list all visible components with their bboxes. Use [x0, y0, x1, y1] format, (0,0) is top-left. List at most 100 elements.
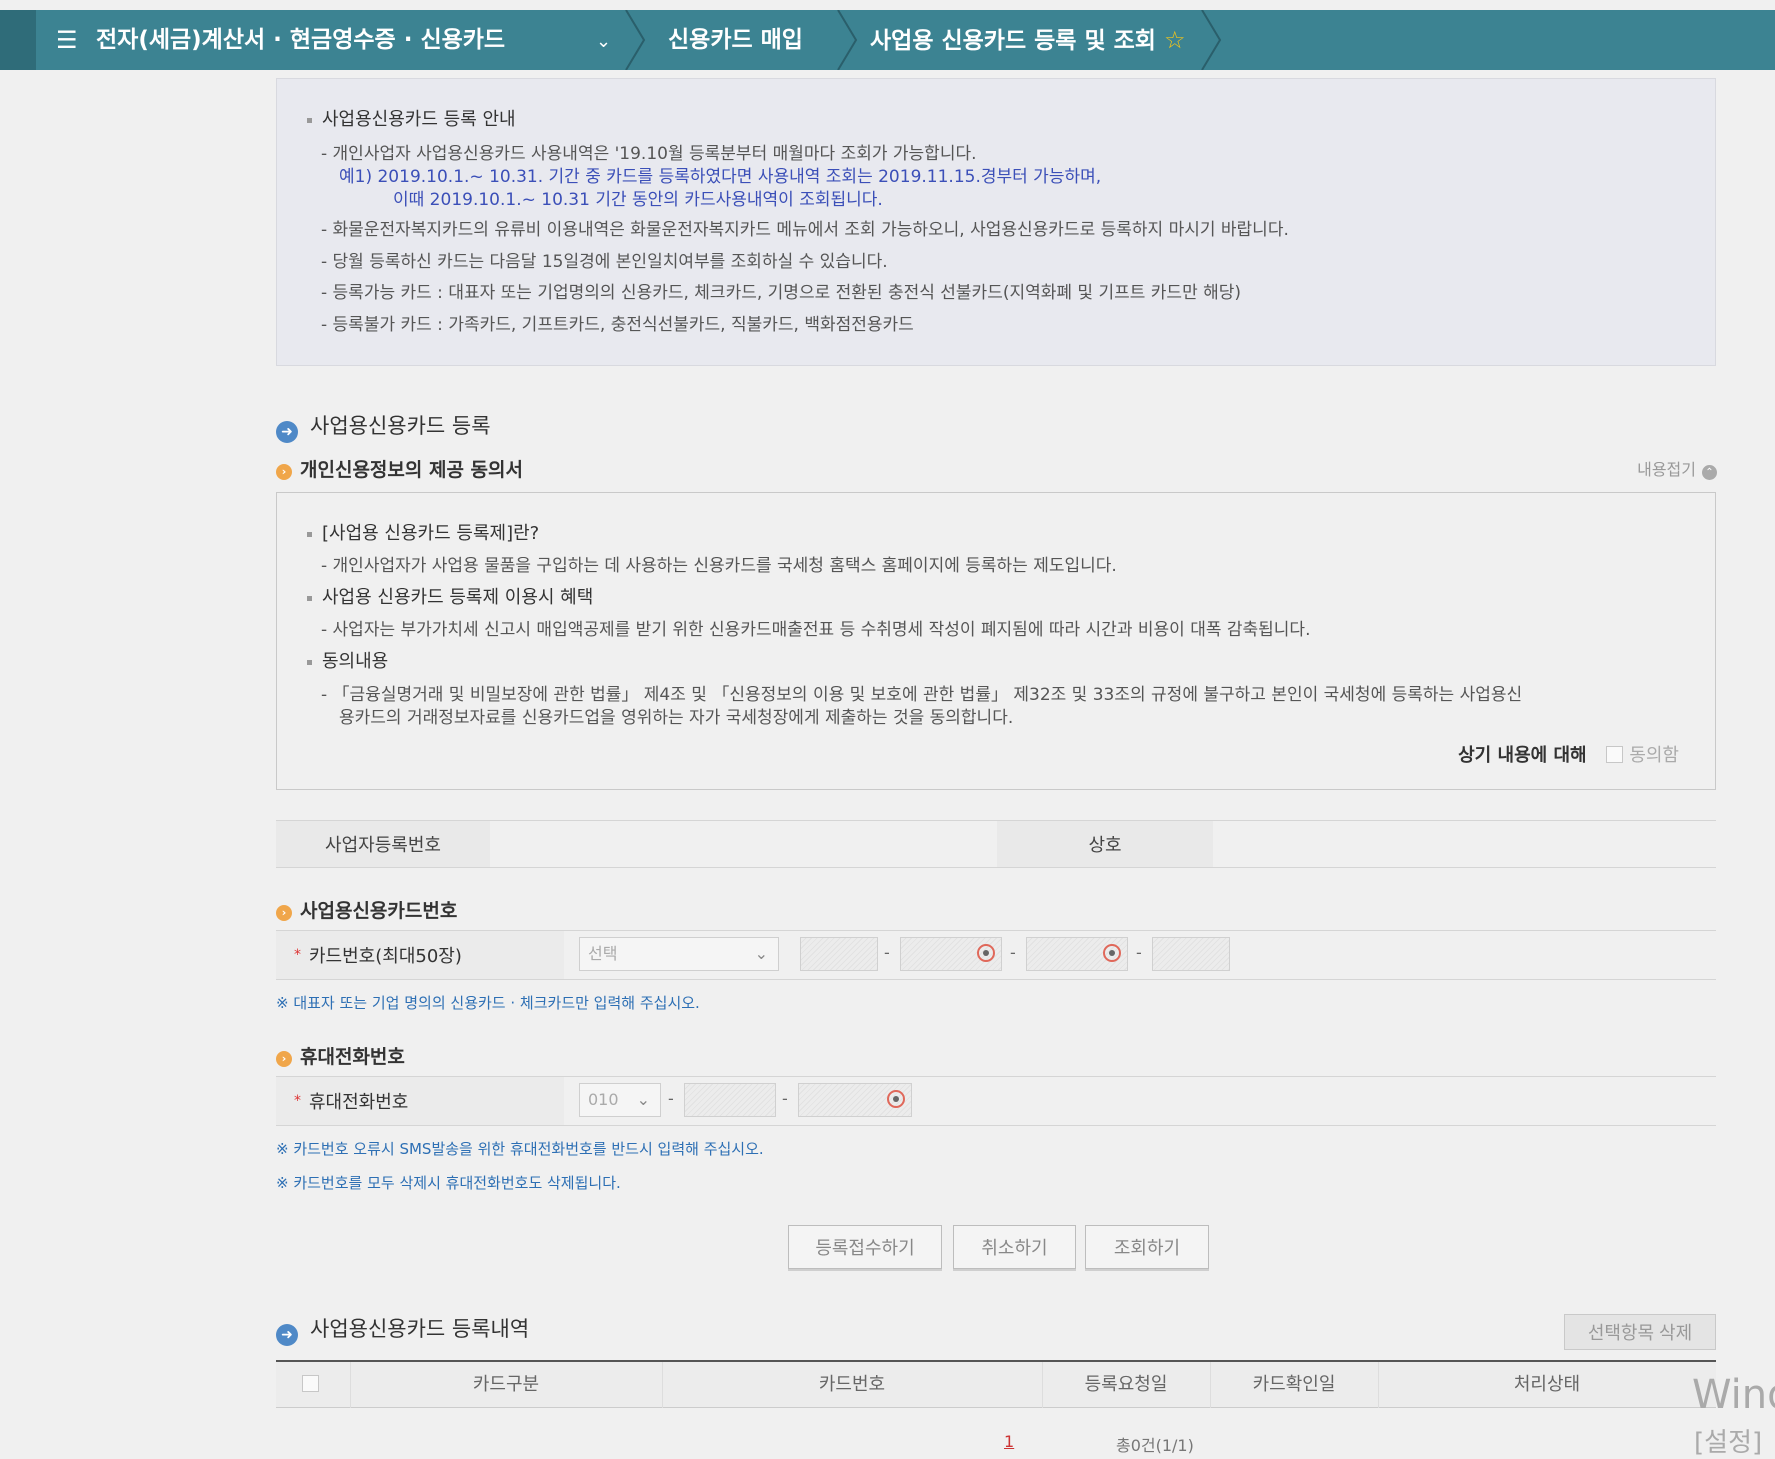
- page-title: 사업용 신용카드 등록 및 조회: [870, 28, 1156, 54]
- page-link[interactable]: 1: [1004, 1432, 1014, 1451]
- card-number-input-3[interactable]: [1026, 937, 1128, 971]
- bullet-icon: [307, 595, 312, 601]
- eye-icon[interactable]: [1103, 944, 1121, 962]
- guide-line: - 등록가능 카드 : 대표자 또는 기업명의의 신용카드, 체크카드, 기명으…: [321, 283, 1242, 303]
- consent-title: › 개인신용정보의 제공 동의서: [276, 455, 523, 482]
- business-info-row: 사업자등록번호 상호: [276, 820, 1716, 868]
- consent-question-text: 동의내용: [322, 651, 389, 672]
- consent-box: [사업용 신용카드 등록제]란? - 개인사업자가 사업용 물품을 구입하는 데…: [276, 492, 1716, 790]
- required-icon: *: [294, 947, 301, 963]
- card-note: ※ 대표자 또는 기업 명의의 신용카드 · 체크카드만 입력해 주십시오.: [276, 994, 700, 1012]
- card-select-value[interactable]: 선택: [588, 944, 617, 963]
- submit-registration-button[interactable]: 등록접수하기: [788, 1225, 942, 1269]
- consent-question-text: 사업용 신용카드 등록제 이용시 혜택: [322, 587, 594, 608]
- column-header[interactable]: 카드확인일: [1210, 1362, 1379, 1408]
- phone-note: ※ 카드번호를 모두 삭제시 휴대전화번호도 삭제됩니다.: [276, 1174, 621, 1192]
- eye-icon[interactable]: [977, 944, 995, 962]
- biz-name-label: 상호: [997, 821, 1213, 867]
- consent-question: [사업용 신용카드 등록제]란?: [307, 519, 539, 545]
- guide-line: - 화물운전자복지카드의 유류비 이용내역은 화물운전자복지카드 메뉴에서 조회…: [321, 220, 1289, 240]
- card-section-text: 사업용신용카드번호: [300, 900, 458, 922]
- card-number-label-text: 카드번호(최대50장): [309, 946, 462, 967]
- phone-label: * 휴대전화번호: [276, 1077, 564, 1125]
- bar-lead: [0, 10, 36, 70]
- card-number-input-2[interactable]: [900, 937, 1002, 971]
- phone-label-text: 휴대전화번호: [309, 1092, 409, 1113]
- dash: -: [668, 1089, 674, 1108]
- card-number-input-1[interactable]: [800, 937, 878, 971]
- breadcrumb-separator: [625, 10, 646, 70]
- agree-row: 상기 내용에 대해 동의함: [1458, 741, 1679, 767]
- card-select[interactable]: 선택 ⌄: [579, 937, 779, 971]
- select-all-checkbox[interactable]: [301, 1375, 319, 1392]
- bullet-icon: [307, 531, 312, 537]
- menu-icon[interactable]: ☰: [56, 10, 78, 70]
- eye-icon[interactable]: [887, 1090, 905, 1108]
- search-button[interactable]: 조회하기: [1085, 1225, 1209, 1269]
- arrow-right-icon: ›: [276, 1051, 292, 1067]
- consent-answer: - 사업자는 부가가치세 신고시 매입액공제를 받기 위한 신용카드매출전표 등…: [321, 620, 1311, 640]
- agree-checkbox[interactable]: [1606, 746, 1624, 763]
- windows-activation-watermark-sub: [설정]: [1694, 1428, 1763, 1458]
- phone-prefix-value[interactable]: 010: [588, 1090, 619, 1109]
- agree-checkbox-label[interactable]: 동의함: [1629, 745, 1679, 766]
- registration-guide: 사업용신용카드 등록 안내 - 개인사업자 사업용신용카드 사용내역은 '19.…: [276, 78, 1716, 366]
- guide-line: - 개인사업자 사업용신용카드 사용내역은 '19.10월 등록분부터 매월마다…: [321, 144, 977, 164]
- guide-title-text: 사업용신용카드 등록 안내: [322, 109, 516, 130]
- phone-middle-input[interactable]: [684, 1083, 776, 1117]
- dash: -: [1136, 943, 1142, 962]
- chevron-down-icon[interactable]: ⌄: [755, 938, 768, 970]
- windows-activation-watermark: Wind: [1692, 1372, 1775, 1418]
- phone-section-text: 휴대전화번호: [300, 1046, 405, 1068]
- column-header[interactable]: 카드구분: [350, 1362, 663, 1408]
- crumb-credit-purchase[interactable]: 신용카드 매입: [668, 10, 803, 70]
- column-header[interactable]: 처리상태: [1378, 1362, 1716, 1408]
- column-header[interactable]: 카드번호: [662, 1362, 1043, 1408]
- delete-selected-button[interactable]: 선택항목 삭제: [1564, 1314, 1716, 1350]
- chevron-up-icon[interactable]: ⌃: [1702, 465, 1717, 480]
- register-title-text: 사업용신용카드 등록: [310, 414, 491, 438]
- history-title-text: 사업용신용카드 등록내역: [310, 1317, 530, 1341]
- phone-last-input[interactable]: [798, 1083, 912, 1117]
- arrow-right-icon: ›: [276, 464, 292, 480]
- arrow-right-icon: ➜: [276, 1324, 298, 1346]
- breadcrumb-separator: [1201, 10, 1222, 70]
- crumb-category[interactable]: 전자(세금)계산서 · 현금영수증 · 신용카드: [96, 10, 505, 70]
- consent-answer: - 개인사업자가 사업용 물품을 구입하는 데 사용하는 신용카드를 국세청 홈…: [321, 556, 1117, 576]
- phone-note: ※ 카드번호 오류시 SMS발송을 위한 휴대전화번호를 반드시 입력해 주십시…: [276, 1140, 764, 1158]
- card-section-title: › 사업용신용카드번호: [276, 896, 457, 923]
- consent-title-text: 개인신용정보의 제공 동의서: [300, 459, 523, 481]
- crumb-current-page: 사업용 신용카드 등록 및 조회 ☆: [870, 10, 1185, 70]
- dash: -: [1010, 943, 1016, 962]
- consent-question: 사업용 신용카드 등록제 이용시 혜택: [307, 583, 593, 609]
- chevron-down-icon[interactable]: ⌄: [637, 1084, 650, 1116]
- breadcrumb-bar: ☰ 전자(세금)계산서 · 현금영수증 · 신용카드 ⌄ 신용카드 매입 사업용…: [0, 10, 1775, 70]
- dash: -: [782, 1089, 788, 1108]
- guide-line: - 등록불가 카드 : 가족카드, 기프트카드, 충전식선불카드, 직불카드, …: [321, 315, 914, 335]
- consent-question-text: [사업용 신용카드 등록제]란?: [322, 523, 540, 544]
- required-icon: *: [294, 1093, 301, 1109]
- guide-line: - 당월 등록하신 카드는 다음달 15일경에 본인일치여부를 조회하실 수 있…: [321, 252, 888, 272]
- arrow-right-icon: ›: [276, 905, 292, 921]
- consent-answer: 용카드의 거래정보자료를 신용카드업을 영위하는 자가 국세청장에게 제출하는 …: [339, 708, 1014, 728]
- guide-example: 예1) 2019.10.1.~ 10.31. 기간 중 카드를 등록하였다면 사…: [339, 167, 1102, 187]
- collapse-toggle[interactable]: 내용접기 ⌃: [1637, 456, 1717, 480]
- history-table-header: 카드구분 카드번호 등록요청일 카드확인일 처리상태: [276, 1360, 1716, 1408]
- breadcrumb-separator: [837, 10, 858, 70]
- select-all-cell: [276, 1362, 351, 1408]
- card-number-input-4[interactable]: [1152, 937, 1230, 971]
- dash: -: [884, 943, 890, 962]
- bullet-icon: [307, 117, 312, 123]
- biz-no-label: 사업자등록번호: [276, 821, 490, 867]
- phone-row: * 휴대전화번호 010 ⌄ - -: [276, 1076, 1716, 1126]
- card-number-row: * 카드번호(최대50장) 선택 ⌄ - - -: [276, 930, 1716, 980]
- agree-label: 상기 내용에 대해: [1458, 745, 1587, 766]
- phone-prefix-select[interactable]: 010 ⌄: [579, 1083, 661, 1117]
- star-icon[interactable]: ☆: [1164, 26, 1186, 54]
- card-number-label: * 카드번호(최대50장): [276, 931, 564, 979]
- collapse-label[interactable]: 내용접기: [1637, 460, 1696, 479]
- cancel-button[interactable]: 취소하기: [953, 1225, 1076, 1269]
- column-header[interactable]: 등록요청일: [1042, 1362, 1211, 1408]
- chevron-down-icon[interactable]: ⌄: [596, 31, 611, 52]
- register-section-title: ➜ 사업용신용카드 등록: [276, 410, 491, 443]
